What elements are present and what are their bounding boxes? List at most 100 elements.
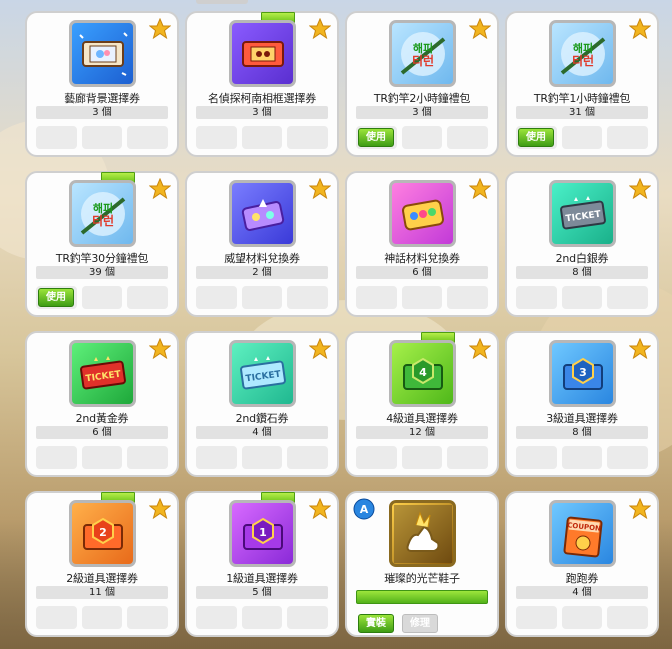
svg-text:A: A [360,503,369,516]
item-name: 2級道具選擇券 [66,572,138,585]
item-card-prestige-material[interactable]: 威望材料兌換券 2 個 [185,171,339,317]
grade-a-badge-icon: A [353,498,375,520]
quantity-bar: 8 個 [516,426,648,439]
item-card-kart-coupon[interactable]: COUPON 跑跑券 4 個 [505,491,659,637]
favorite-star-icon[interactable] [629,498,651,520]
item-card-lv1-select[interactable]: 1 1級道具選擇券 5 個 [185,491,339,637]
svg-text:티런: 티런 [411,53,433,68]
item-card-rod-2h[interactable]: 해피 티런 TR釣竿2小時鐘禮包 3 個 使用 [345,11,499,157]
item-quantity: 3 個 [252,107,272,118]
item-card-2nd-diamond[interactable]: TICKET 2nd鑽石券 4 個 [185,331,339,477]
item-card-conan-frame[interactable]: 名偵探柯南相框選擇券 3 個 [185,11,339,157]
favorite-star-icon[interactable] [149,338,171,360]
fishing-rod-icon: 해피 티런 [549,20,616,87]
item-name: 1級道具選擇券 [226,572,298,585]
item-quantity: 4 個 [252,427,272,438]
item-name: 名偵探柯南相框選擇券 [208,92,316,105]
favorite-star-icon[interactable] [309,18,331,40]
favorite-star-icon[interactable] [149,18,171,40]
item-card-lv2-select[interactable]: 2 2級道具選擇券 11 個 [25,491,179,637]
repair-button[interactable]: 修理 [402,614,438,633]
item-card-gallery-bg[interactable]: 藝廊背景選擇券 3 個 [25,11,179,157]
slot-row [516,286,649,309]
favorite-star-icon[interactable] [149,178,171,200]
item-quantity: 3 個 [412,107,432,118]
slot-row [516,446,649,469]
item-name: TR釣竿30分鐘禮包 [55,252,149,265]
favorite-star-icon[interactable] [149,498,171,520]
item-quantity: 8 個 [572,267,592,278]
quantity-bar: 2 個 [196,266,328,279]
item-card-rod-1h[interactable]: 해피 티런 TR釣竿1小時鐘禮包 31 個 使用 [505,11,659,157]
quantity-bar: 3 個 [356,106,488,119]
quantity-bar: 4 個 [196,426,328,439]
favorite-star-icon[interactable] [629,338,651,360]
use-button[interactable]: 使用 [518,128,554,147]
item-name: 威望材料兌換券 [224,252,300,265]
favorite-star-icon[interactable] [469,18,491,40]
item-card-rod-30m[interactable]: 해피 티런 TR釣竿30分鐘禮包 39 個 使用 [25,171,179,317]
quantity-bar: 12 個 [356,426,488,439]
item-quantity: 3 個 [92,107,112,118]
item-name: TR釣竿2小時鐘禮包 [373,92,471,105]
favorite-star-icon[interactable] [629,18,651,40]
item-quantity: 4 個 [572,587,592,598]
fishing-rod-icon: 해피 티런 [69,180,136,247]
use-button[interactable]: 使用 [38,288,74,307]
top-scroll-handle[interactable] [196,0,248,4]
svg-text:해피: 해피 [412,41,432,55]
item-name: 3級道具選擇券 [546,412,618,425]
svg-text:1: 1 [259,526,267,539]
item-card-2nd-gold[interactable]: TICKET 2nd黃金券 6 個 [25,331,179,477]
item-quantity: 31 個 [569,107,595,118]
ticket-frame-icon [229,20,296,87]
shiny-shoes-icon [389,500,456,567]
favorite-star-icon[interactable] [469,178,491,200]
equip-button[interactable]: 實裝 [358,614,394,633]
quantity-bar: 3 個 [36,106,168,119]
item-quantity: 6 個 [92,427,112,438]
level-ticket-icon: 3 [549,340,616,407]
item-card-shiny-shoes[interactable]: A 璀璨的光芒鞋子 實裝 修理 [345,491,499,637]
item-card-lv3-select[interactable]: 3 3級道具選擇券 8 個 [505,331,659,477]
svg-text:4: 4 [419,366,427,379]
item-name: 神話材料兌換券 [384,252,460,265]
slot-row [516,606,649,629]
svg-text:해피: 해피 [92,201,112,215]
favorite-star-icon[interactable] [629,178,651,200]
favorite-star-icon[interactable] [469,338,491,360]
use-button[interactable]: 使用 [358,128,394,147]
item-card-lv4-select[interactable]: 4 4級道具選擇券 12 個 [345,331,499,477]
svg-text:2: 2 [99,526,107,539]
slot-row [36,446,169,469]
slot-row [356,446,489,469]
favorite-star-icon[interactable] [309,338,331,360]
quantity-bar: 31 個 [516,106,648,119]
item-card-2nd-silver[interactable]: TICKET 2nd白銀券 8 個 [505,171,659,317]
level-ticket-icon: 4 [389,340,456,407]
item-card-myth-material[interactable]: 神話材料兌換券 6 個 [345,171,499,317]
item-name: 跑跑券 [565,572,599,585]
fishing-rod-icon: 해피 티런 [389,20,456,87]
durability-bar [356,590,488,604]
item-name: 璀璨的光芒鞋子 [384,572,460,585]
svg-text:해피: 해피 [572,41,592,55]
slot-row [196,286,329,309]
quantity-bar: 5 個 [196,586,328,599]
slot-row [36,606,169,629]
item-quantity: 8 個 [572,427,592,438]
quantity-bar: 8 個 [516,266,648,279]
item-quantity: 12 個 [409,427,435,438]
favorite-star-icon[interactable] [309,498,331,520]
level-ticket-icon: 1 [229,500,296,567]
level-ticket-icon: 2 [69,500,136,567]
material-ticket-icon [229,180,296,247]
slot-row [196,606,329,629]
slot-row [196,126,329,149]
item-name: 2nd鑽石券 [235,412,289,425]
favorite-star-icon[interactable] [309,178,331,200]
diamond-ticket-icon: TICKET [229,340,296,407]
quantity-bar: 6 個 [36,426,168,439]
slot-row [356,286,489,309]
item-name: 2nd黃金券 [75,412,129,425]
